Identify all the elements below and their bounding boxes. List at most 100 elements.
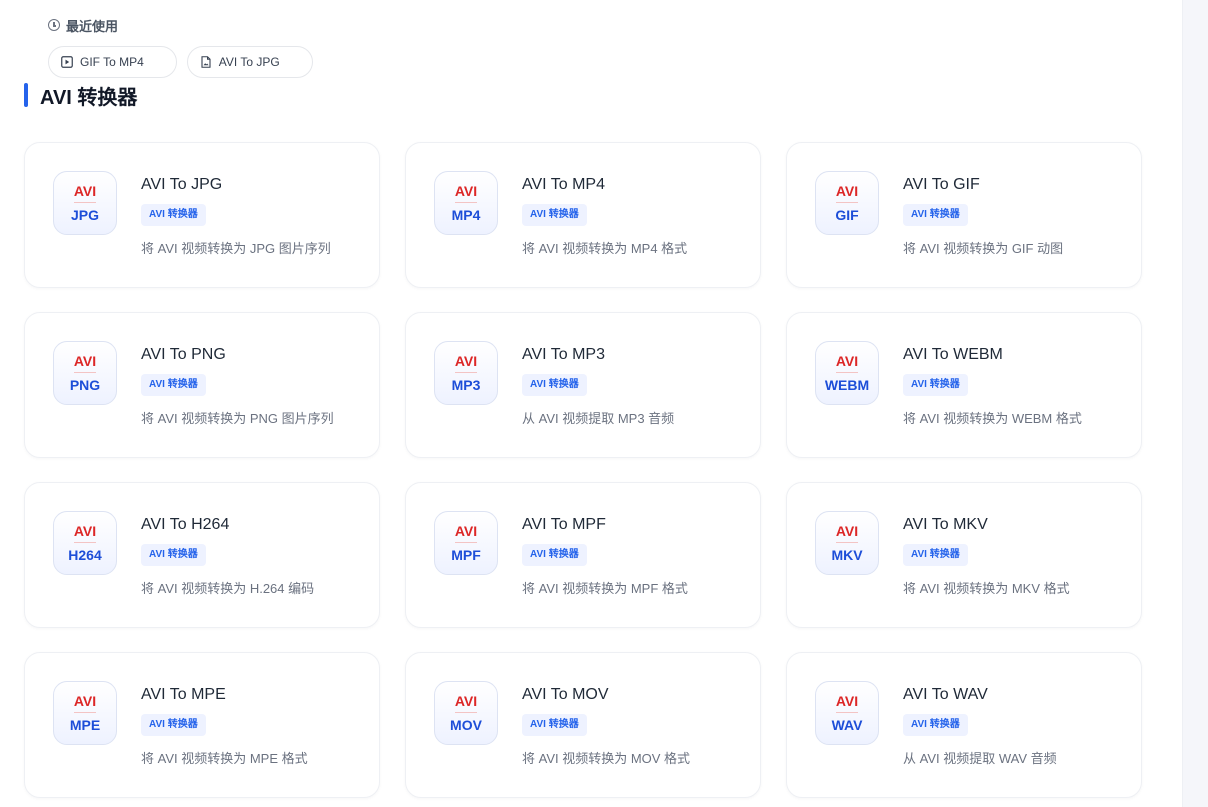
tool-card-avi-to-mkv[interactable]: AVI MKV AVI To MKV AVI 转换器 将 AVI 视频转换为 M… — [786, 482, 1142, 628]
category-badge: AVI 转换器 — [141, 714, 206, 736]
category-badge: AVI 转换器 — [141, 204, 206, 226]
category-badge: AVI 转换器 — [141, 374, 206, 396]
format-divider — [836, 712, 858, 713]
tool-title: AVI To WAV — [903, 686, 988, 703]
tool-title: AVI To MPF — [522, 516, 606, 533]
section-accent-bar — [24, 83, 28, 107]
tool-description: 将 AVI 视频转换为 MP4 格式 — [522, 241, 688, 256]
source-format: AVI — [454, 523, 478, 539]
target-format: MPF — [451, 547, 481, 563]
source-format: AVI — [835, 693, 859, 709]
recent-item-label: AVI To JPG — [218, 55, 280, 69]
category-badge: AVI 转换器 — [903, 374, 968, 396]
image-file-icon — [201, 56, 211, 68]
category-badge: AVI 转换器 — [522, 204, 587, 226]
target-format: MKV — [831, 547, 863, 563]
format-divider — [836, 542, 858, 543]
format-divider — [455, 202, 477, 203]
tool-title: AVI To WEBM — [903, 346, 1003, 363]
right-scroll-rail — [1182, 0, 1208, 807]
recent-item-label: GIF To MP4 — [80, 55, 144, 69]
category-badge: AVI 转换器 — [903, 544, 968, 566]
source-format: AVI — [454, 353, 478, 369]
format-icon: AVI H264 — [53, 511, 117, 575]
tool-card-avi-to-mpe[interactable]: AVI MPE AVI To MPE AVI 转换器 将 AVI 视频转换为 M… — [24, 652, 380, 798]
tool-title: AVI To MPE — [141, 686, 226, 703]
section-title: AVI 转换器 — [40, 86, 138, 109]
recent-item-avi-to-jpg[interactable]: AVI To JPG — [186, 46, 313, 78]
tool-title: AVI To MP3 — [522, 346, 605, 363]
target-format: MP3 — [451, 377, 481, 393]
tool-card-avi-to-webm[interactable]: AVI WEBM AVI To WEBM AVI 转换器 将 AVI 视频转换为… — [786, 312, 1142, 458]
tool-card-avi-to-wav[interactable]: AVI WAV AVI To WAV AVI 转换器 从 AVI 视频提取 WA… — [786, 652, 1142, 798]
target-format: H264 — [68, 547, 102, 563]
format-icon: AVI MPE — [53, 681, 117, 745]
tool-title: AVI To H264 — [141, 516, 230, 533]
format-icon: AVI JPG — [53, 171, 117, 235]
tool-description: 将 AVI 视频转换为 JPG 图片序列 — [141, 241, 331, 256]
target-format: GIF — [835, 207, 859, 223]
tool-title: AVI To JPG — [141, 176, 223, 193]
tool-card-avi-to-gif[interactable]: AVI GIF AVI To GIF AVI 转换器 将 AVI 视频转换为 G… — [786, 142, 1142, 288]
format-divider — [455, 372, 477, 373]
source-format: AVI — [73, 693, 97, 709]
tool-card-avi-to-mp3[interactable]: AVI MP3 AVI To MP3 AVI 转换器 从 AVI 视频提取 MP… — [405, 312, 761, 458]
tool-description: 将 AVI 视频转换为 MKV 格式 — [903, 581, 1070, 596]
category-badge: AVI 转换器 — [903, 714, 968, 736]
tool-title: AVI To PNG — [141, 346, 226, 363]
tool-title: AVI To MP4 — [522, 176, 605, 193]
format-icon: AVI GIF — [815, 171, 879, 235]
tool-description: 将 AVI 视频转换为 WEBM 格式 — [903, 411, 1082, 426]
tool-title: AVI To GIF — [903, 176, 980, 193]
category-badge: AVI 转换器 — [522, 374, 587, 396]
format-icon: AVI MPF — [434, 511, 498, 575]
target-format: JPG — [70, 207, 99, 223]
source-format: AVI — [454, 183, 478, 199]
recent-list: GIF To MP4 AVI To JPG — [48, 46, 313, 78]
target-format: WAV — [831, 717, 863, 733]
format-divider — [455, 712, 477, 713]
target-format: MOV — [450, 717, 482, 733]
format-divider — [74, 372, 96, 373]
format-icon: AVI MOV — [434, 681, 498, 745]
category-badge: AVI 转换器 — [522, 544, 587, 566]
tool-description: 将 AVI 视频转换为 MPF 格式 — [522, 581, 688, 596]
source-format: AVI — [835, 353, 859, 369]
format-icon: AVI MKV — [815, 511, 879, 575]
tool-title: AVI To MOV — [522, 686, 609, 703]
source-format: AVI — [835, 523, 859, 539]
target-format: WEBM — [824, 377, 870, 393]
category-badge: AVI 转换器 — [522, 714, 587, 736]
tool-description: 从 AVI 视频提取 WAV 音频 — [903, 751, 1057, 766]
format-divider — [836, 202, 858, 203]
format-divider — [455, 542, 477, 543]
tool-grid: AVI JPG AVI To JPG AVI 转换器 将 AVI 视频转换为 J… — [24, 142, 1142, 798]
source-format: AVI — [454, 693, 478, 709]
category-badge: AVI 转换器 — [141, 544, 206, 566]
tool-card-avi-to-h264[interactable]: AVI H264 AVI To H264 AVI 转换器 将 AVI 视频转换为… — [24, 482, 380, 628]
source-format: AVI — [73, 183, 97, 199]
source-format: AVI — [73, 523, 97, 539]
format-icon: AVI PNG — [53, 341, 117, 405]
tool-card-avi-to-mov[interactable]: AVI MOV AVI To MOV AVI 转换器 将 AVI 视频转换为 M… — [405, 652, 761, 798]
format-icon: AVI MP3 — [434, 341, 498, 405]
tool-card-avi-to-mp4[interactable]: AVI MP4 AVI To MP4 AVI 转换器 将 AVI 视频转换为 M… — [405, 142, 761, 288]
recent-header: 最近使用 — [48, 16, 118, 34]
format-icon: AVI MP4 — [434, 171, 498, 235]
source-format: AVI — [835, 183, 859, 199]
source-format: AVI — [73, 353, 97, 369]
category-badge: AVI 转换器 — [903, 204, 968, 226]
tool-description: 将 AVI 视频转换为 MOV 格式 — [522, 751, 691, 766]
recent-item-gif-to-mp4[interactable]: GIF To MP4 — [48, 46, 177, 78]
tool-description: 将 AVI 视频转换为 GIF 动图 — [903, 241, 1064, 256]
tool-title: AVI To MKV — [903, 516, 988, 533]
tool-card-avi-to-mpf[interactable]: AVI MPF AVI To MPF AVI 转换器 将 AVI 视频转换为 M… — [405, 482, 761, 628]
format-icon: AVI WAV — [815, 681, 879, 745]
tool-card-avi-to-jpg[interactable]: AVI JPG AVI To JPG AVI 转换器 将 AVI 视频转换为 J… — [24, 142, 380, 288]
recent-title: 最近使用 — [66, 18, 119, 34]
tool-card-avi-to-png[interactable]: AVI PNG AVI To PNG AVI 转换器 将 AVI 视频转换为 P… — [24, 312, 380, 458]
clock-icon — [48, 19, 60, 31]
format-divider — [74, 202, 96, 203]
format-divider — [74, 712, 96, 713]
target-format: PNG — [69, 377, 101, 393]
